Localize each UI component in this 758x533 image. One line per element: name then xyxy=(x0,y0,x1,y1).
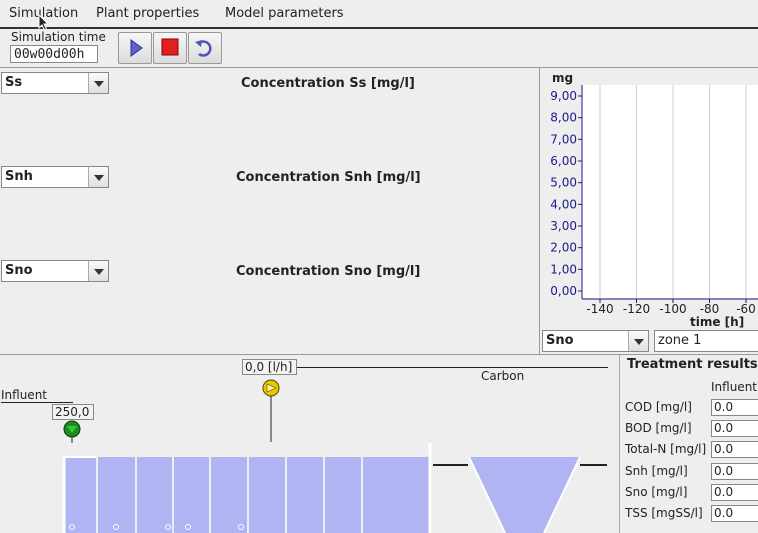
chart-x-axis-label: time [h] xyxy=(690,315,744,329)
carbon-label: Carbon xyxy=(481,369,525,383)
reset-button[interactable] xyxy=(188,32,222,64)
result-value-field[interactable]: 0.0 xyxy=(711,505,758,522)
result-label: Snh [mg/l] xyxy=(625,463,688,478)
chart-x-tick-label: -60 xyxy=(736,302,756,316)
treatment-results-panel: Treatment results Influent COD [mg/l] 0.0… xyxy=(619,355,758,533)
play-icon xyxy=(130,39,143,57)
clarifier-tank xyxy=(469,457,580,533)
result-value-field[interactable]: 0.0 xyxy=(711,462,758,480)
result-label: TSS [mgSS/l] xyxy=(625,506,703,520)
chart-variable-select[interactable]: Sno xyxy=(542,330,649,352)
chart-y-tick-label: 0,00 xyxy=(550,284,577,298)
chart-x-tick-label: -80 xyxy=(700,302,720,316)
result-label: Total-N [mg/l] xyxy=(625,442,707,457)
carbon-pump-icon[interactable] xyxy=(261,378,281,442)
simulation-time-label: Simulation time xyxy=(11,30,106,44)
toolbar: Simulation time 00w00d00h xyxy=(0,29,758,68)
result-value-field[interactable]: 0.0 xyxy=(711,483,758,501)
result-value-field[interactable]: 0.0 xyxy=(711,441,758,459)
chart-y-tick-label: 3,00 xyxy=(550,219,577,233)
concentration-title-3: Concentration Sno [mg/l] xyxy=(236,264,421,279)
results-column-header: Influent xyxy=(711,380,758,394)
treatment-results-title: Treatment results xyxy=(627,357,758,372)
chart-y-tick-label: 7,00 xyxy=(550,132,577,146)
influent-flow-field[interactable]: 250,0 xyxy=(52,404,94,420)
carbon-pipe xyxy=(297,367,608,368)
chart-x-tick-label: -100 xyxy=(659,302,686,316)
result-value-field[interactable]: 0.0 xyxy=(711,399,758,416)
chart-y-tick-label: 5,00 xyxy=(550,176,577,190)
menu-model-parameters[interactable]: Model parameters xyxy=(225,6,344,21)
chart-y-tick-label: 2,00 xyxy=(550,241,577,255)
chart-y-tick-label: 1,00 xyxy=(550,262,577,276)
chart-panel: mg 9,00 8,00 7,00 6,00 5,00 4,00 3,00 2,00 1,00 0… xyxy=(539,67,758,354)
chart-y-tick-label: 8,00 xyxy=(550,111,577,125)
reactor-tank xyxy=(64,457,430,533)
plant-schematic-panel: Influent 250,0 0,0 [l/h] Carbon Treatmen… xyxy=(0,354,758,533)
result-value-field[interactable]: 0.0 xyxy=(711,420,758,438)
concentration-select-2[interactable]: Snh xyxy=(1,166,109,188)
concentration-select-2-value: Snh xyxy=(5,169,33,184)
chart-plot-area xyxy=(582,85,758,298)
concentration-chart: mg 9,00 8,00 7,00 6,00 5,00 4,00 3,00 2,00 1,00 0… xyxy=(550,71,758,329)
menu-bar: Simulation Plant properties Model parame… xyxy=(0,0,758,29)
chevron-down-icon xyxy=(88,73,108,93)
result-label: COD [mg/l] xyxy=(625,400,692,414)
chevron-down-icon xyxy=(88,261,108,281)
carbon-flow-field[interactable]: 0,0 [l/h] xyxy=(242,359,297,375)
chevron-down-icon xyxy=(88,167,108,187)
menu-plant-properties[interactable]: Plant properties xyxy=(96,6,199,21)
influent-label: Influent xyxy=(1,388,48,402)
influent-pipe xyxy=(1,402,73,403)
chart-y-tick-label: 9,00 xyxy=(550,89,577,103)
chart-x-tick-label: -140 xyxy=(586,302,613,316)
chart-variable-value: Sno xyxy=(546,333,574,348)
chart-y-tick-label: 4,00 xyxy=(550,197,577,211)
result-label: Sno [mg/l] xyxy=(625,484,688,499)
chart-x-tick-label: -120 xyxy=(623,302,650,316)
stop-button[interactable] xyxy=(153,32,187,64)
concentration-title-1: Concentration Ss [mg/l] xyxy=(241,76,415,91)
simulation-time-field[interactable]: 00w00d00h xyxy=(10,45,98,63)
stop-icon xyxy=(161,38,179,56)
chart-y-axis-label: mg xyxy=(552,71,573,85)
concentration-title-2: Concentration Snh [mg/l] xyxy=(236,170,421,185)
chevron-down-icon xyxy=(628,331,648,351)
tank-schematic xyxy=(62,443,607,533)
play-button[interactable] xyxy=(118,32,152,64)
zone-field[interactable]: zone 1 xyxy=(654,330,758,352)
concentration-select-3[interactable]: Sno xyxy=(1,260,109,282)
concentration-select-1-value: Ss xyxy=(5,75,23,90)
concentration-select-1[interactable]: Ss xyxy=(1,72,109,94)
concentration-select-3-value: Sno xyxy=(5,263,33,278)
chart-y-tick-label: 6,00 xyxy=(550,154,577,168)
reset-icon xyxy=(195,40,212,57)
result-label: BOD [mg/l] xyxy=(625,421,692,436)
